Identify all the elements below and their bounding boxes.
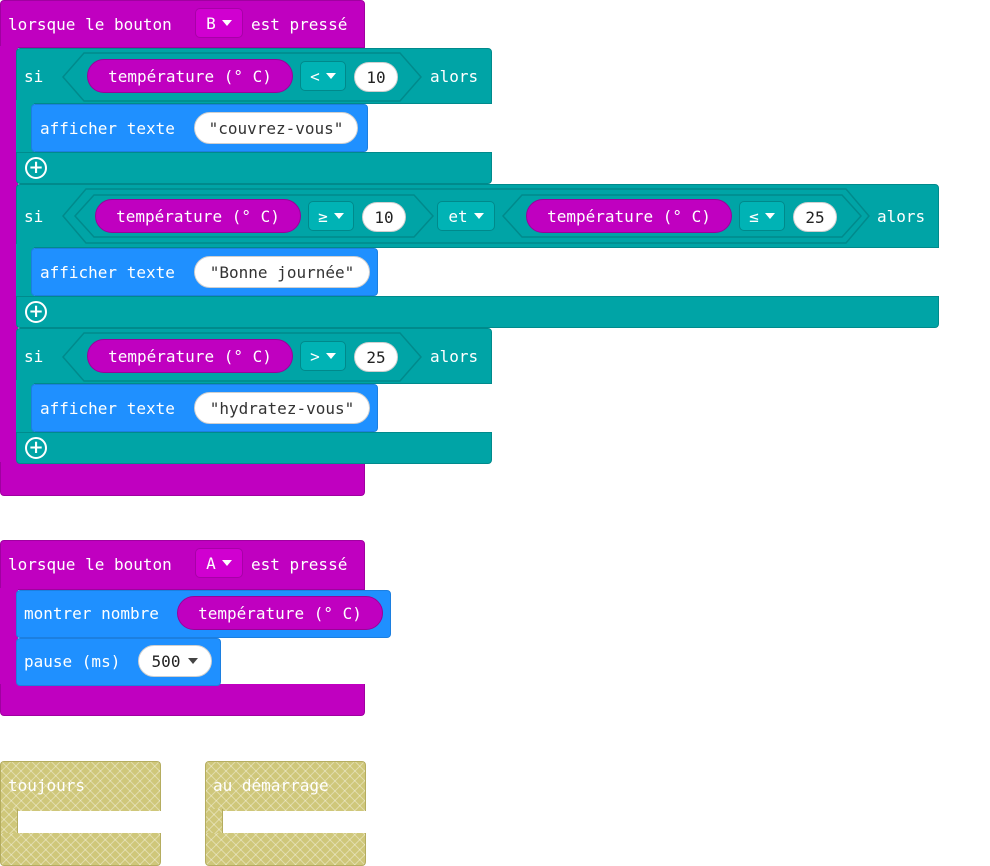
if3-show-string-label: afficher texte bbox=[40, 399, 175, 418]
if2-show-string-label: afficher texte bbox=[40, 263, 175, 282]
if2-left-operator-dropdown[interactable]: ≥ bbox=[308, 201, 354, 231]
if2-keyword: si bbox=[24, 207, 44, 226]
event-suffix-label: est pressé bbox=[251, 15, 348, 34]
if2-right-operator: ≤ bbox=[749, 206, 759, 226]
if2-right-operator-dropdown[interactable]: ≤ bbox=[739, 201, 785, 231]
if1-operator: < bbox=[310, 66, 320, 86]
event-a-footer bbox=[0, 684, 365, 716]
show-number-temperature-reporter[interactable]: température (° C) bbox=[177, 596, 383, 630]
event-a-prefix-label: lorsque le bouton bbox=[8, 555, 172, 574]
on-start-label: au démarrage bbox=[213, 776, 329, 795]
chevron-down-icon bbox=[221, 20, 232, 26]
if1-add-icon[interactable]: + bbox=[25, 157, 47, 179]
if2-left-number-input[interactable]: 10 bbox=[362, 202, 406, 232]
chevron-down-icon bbox=[473, 213, 484, 219]
if2-logic-dropdown[interactable]: et bbox=[437, 201, 495, 231]
if2-right-number-input[interactable]: 25 bbox=[793, 202, 837, 232]
forever-block-bottom bbox=[0, 833, 161, 866]
if1-temperature-reporter[interactable]: température (° C) bbox=[87, 59, 293, 93]
forever-label: toujours bbox=[8, 776, 86, 795]
event-prefix-label: lorsque le bouton bbox=[8, 15, 172, 34]
button-a-value: A bbox=[206, 553, 216, 573]
on-start-block-bottom bbox=[205, 833, 366, 866]
if2-add-icon[interactable]: + bbox=[25, 301, 47, 323]
if3-footer bbox=[16, 432, 492, 464]
chevron-down-icon bbox=[221, 560, 232, 566]
pause-duration-dropdown[interactable]: 500 bbox=[138, 645, 212, 677]
if1-operator-dropdown[interactable]: < bbox=[300, 61, 346, 91]
if1-keyword: si bbox=[24, 67, 44, 86]
if3-number-input[interactable]: 25 bbox=[354, 342, 398, 372]
if2-then-label: alors bbox=[877, 207, 926, 226]
if2-right-temperature-reporter[interactable]: température (° C) bbox=[526, 199, 732, 233]
if3-operator-dropdown[interactable]: > bbox=[300, 341, 346, 371]
if1-show-string-label: afficher texte bbox=[40, 119, 175, 138]
if3-add-icon[interactable]: + bbox=[25, 437, 47, 459]
button-b-value: B bbox=[206, 13, 216, 33]
if1-number-input[interactable]: 10 bbox=[354, 62, 398, 92]
if1-string-input[interactable]: "couvrez-vous" bbox=[194, 112, 358, 144]
event-a-suffix-label: est pressé bbox=[251, 555, 348, 574]
pause-duration-value: 500 bbox=[151, 651, 181, 671]
button-b-dropdown[interactable]: B bbox=[195, 8, 243, 38]
if3-string-input[interactable]: "hydratez-vous" bbox=[194, 392, 370, 424]
event-footer bbox=[0, 462, 365, 496]
if3-temperature-reporter[interactable]: température (° C) bbox=[87, 339, 293, 373]
if2-footer bbox=[16, 296, 939, 328]
chevron-down-icon bbox=[325, 353, 336, 359]
chevron-down-icon bbox=[188, 658, 199, 664]
if2-logic-operator: et bbox=[448, 206, 468, 226]
if2-left-operator: ≥ bbox=[318, 206, 328, 226]
show-number-label: montrer nombre bbox=[24, 604, 159, 623]
chevron-down-icon bbox=[333, 213, 344, 219]
if2-left-temperature-reporter[interactable]: température (° C) bbox=[95, 199, 301, 233]
if1-then-label: alors bbox=[430, 67, 479, 86]
if3-then-label: alors bbox=[430, 347, 479, 366]
if1-footer bbox=[16, 152, 492, 184]
chevron-down-icon bbox=[764, 213, 775, 219]
if3-keyword: si bbox=[24, 347, 44, 366]
if2-string-input[interactable]: "Bonne journée" bbox=[194, 256, 370, 288]
chevron-down-icon bbox=[325, 73, 336, 79]
if3-operator: > bbox=[310, 346, 320, 366]
button-a-dropdown[interactable]: A bbox=[195, 548, 243, 578]
pause-label: pause (ms) bbox=[24, 652, 121, 671]
